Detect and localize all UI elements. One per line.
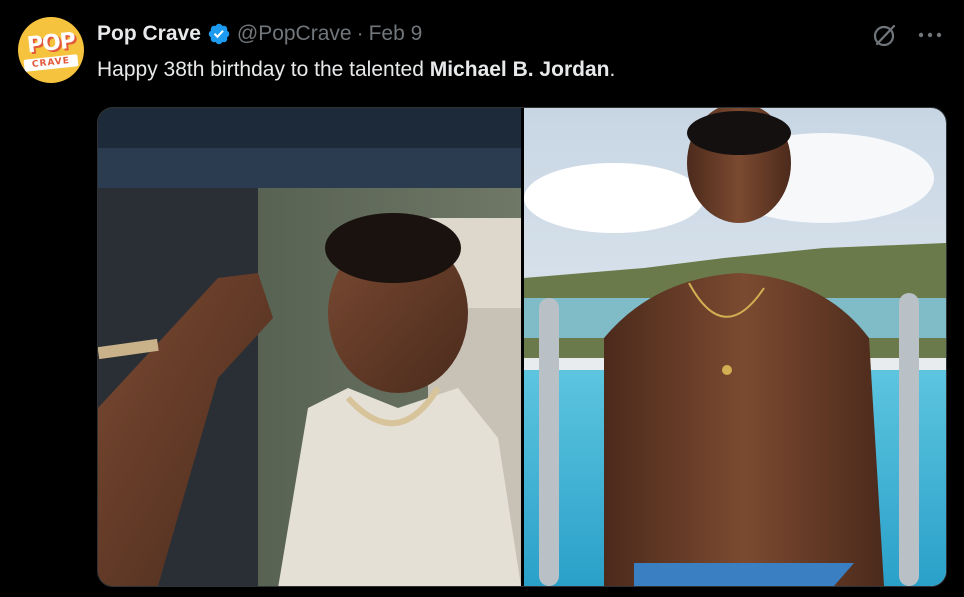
photo-car-image — [98, 108, 521, 586]
separator: · — [356, 22, 364, 45]
tweet-text-suffix: . — [609, 58, 616, 81]
tweet-text-mention: Michael B. Jordan — [429, 58, 610, 81]
display-name[interactable]: Pop Crave — [97, 22, 201, 46]
tweet-text: Happy 38th birthday to the talented Mich… — [97, 58, 615, 82]
photo-pool-image — [524, 108, 946, 586]
media-grid — [97, 107, 947, 587]
photo-pool[interactable] — [524, 108, 946, 586]
timestamp[interactable]: Feb 9 — [369, 22, 423, 46]
tweet-header: Pop Crave @PopCrave · Feb 9 — [97, 20, 422, 48]
handle[interactable]: @PopCrave — [237, 22, 352, 46]
more-icon[interactable] — [916, 22, 944, 48]
avatar[interactable]: POP CRAVE — [18, 17, 84, 83]
grok-icon[interactable] — [872, 22, 898, 48]
tweet-text-prefix: Happy 38th birthday to the talented — [97, 58, 430, 81]
verified-badge-icon[interactable] — [207, 22, 231, 46]
photo-car[interactable] — [98, 108, 521, 586]
